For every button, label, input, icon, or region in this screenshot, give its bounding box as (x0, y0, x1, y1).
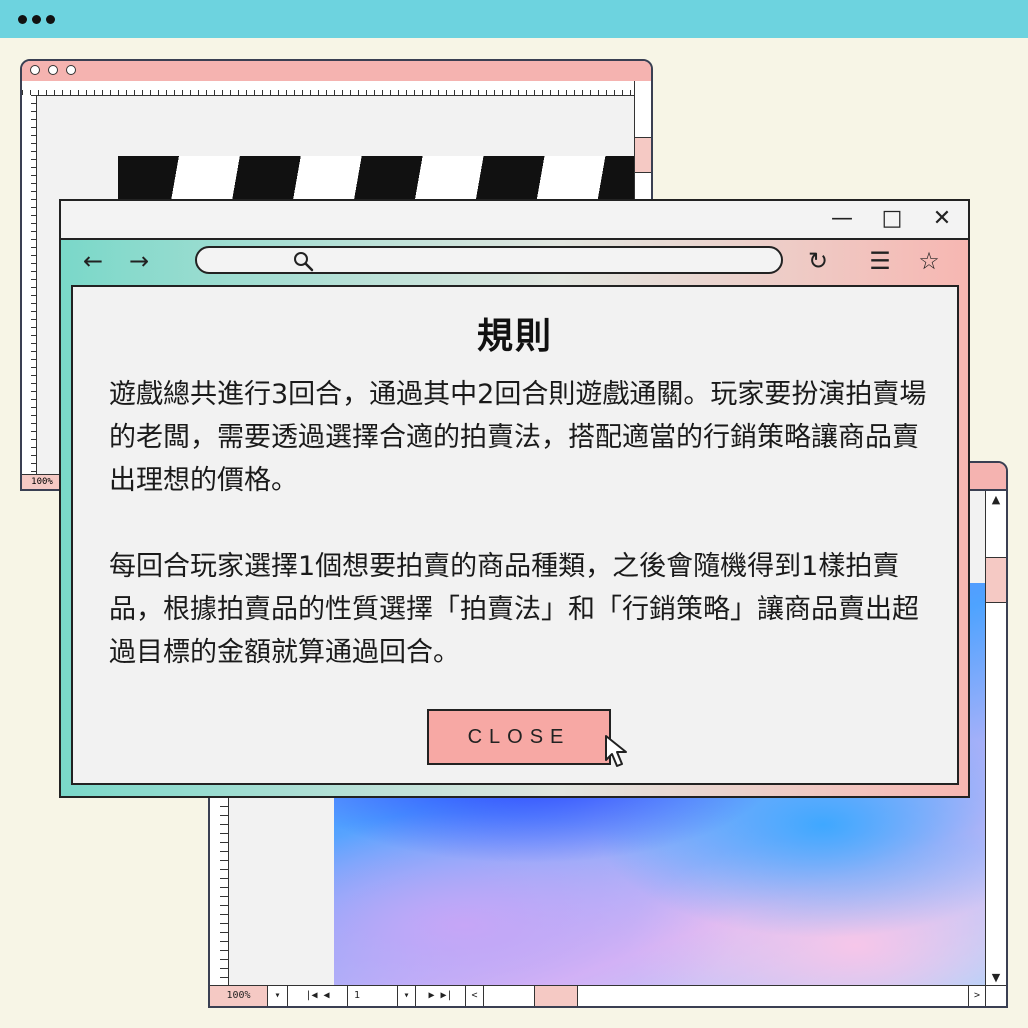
search-icon (294, 252, 314, 272)
horizontal-scroll-thumb[interactable] (534, 986, 578, 1006)
more-dots-icon[interactable] (18, 15, 27, 24)
window-control-icon[interactable] (48, 65, 58, 75)
zoom-level[interactable]: 100% (210, 986, 268, 1006)
top-bar (0, 0, 1028, 38)
more-dots-icon (46, 15, 55, 24)
star-icon[interactable]: ☆ (913, 246, 945, 276)
page-dropdown-icon[interactable]: ▾ (398, 986, 416, 1006)
window-control-icon[interactable] (66, 65, 76, 75)
window-titlebar: — □ ✕ (61, 201, 968, 240)
rules-paragraph-2: 每回合玩家選擇1個想要拍賣的商品種類，之後會隨機得到1樣拍賣品，根據拍賣品的性質… (109, 551, 919, 668)
forward-arrow-icon[interactable]: → (123, 246, 155, 276)
close-button[interactable]: CLOSE (427, 709, 611, 765)
scroll-left-icon[interactable]: < (466, 986, 484, 1006)
menu-icon[interactable]: ☰ (865, 246, 895, 276)
reload-icon[interactable]: ↻ (803, 246, 833, 276)
navigation-bar: ← → ↻ ☰ ☆ (61, 238, 968, 284)
scroll-down-icon[interactable]: ▼ (986, 971, 1006, 984)
zoom-dropdown-icon[interactable]: ▾ (268, 986, 288, 1006)
address-bar[interactable] (195, 246, 783, 274)
scroll-right-icon[interactable]: > (968, 986, 986, 1006)
zoom-level: 100% (22, 474, 63, 489)
vertical-scrollbar[interactable]: ▲ ▼ (985, 491, 1006, 986)
scrollbar-thumb[interactable] (986, 557, 1006, 603)
pointer-hand-icon (605, 735, 627, 767)
scroll-up-icon[interactable]: ▲ (986, 493, 1006, 506)
page-nav-first-prev-icon[interactable]: |◀ ◀ (288, 986, 348, 1006)
bottom-toolbar: 100% ▾ |◀ ◀ 1 ▾ ▶ ▶| < > (210, 985, 1006, 1006)
rules-browser-window: — □ ✕ ← → ↻ ☰ ☆ 規則 遊戲總共進行3回合，通過其中2回合則遊戲通… (59, 199, 970, 798)
page-number[interactable]: 1 (348, 986, 398, 1006)
horizontal-ruler (22, 81, 651, 96)
minimize-icon[interactable]: — (828, 205, 856, 233)
page-nav-next-last-icon[interactable]: ▶ ▶| (416, 986, 466, 1006)
window-titlebar (22, 61, 651, 83)
vertical-ruler (22, 95, 37, 489)
dialog-title: 規則 (476, 316, 553, 357)
maximize-icon[interactable]: □ (878, 205, 906, 233)
dialog-content: 規則 遊戲總共進行3回合，通過其中2回合則遊戲通關。玩家要扮演拍賣場的老闆，需要… (71, 285, 959, 785)
rules-paragraph-1: 遊戲總共進行3回合，通過其中2回合則遊戲通關。玩家要扮演拍賣場的老闆，需要透過選… (109, 379, 927, 496)
scrollbar-thumb[interactable] (635, 137, 651, 173)
window-control-icon[interactable] (30, 65, 40, 75)
more-dots-icon (32, 15, 41, 24)
close-icon[interactable]: ✕ (928, 205, 956, 233)
back-arrow-icon[interactable]: ← (77, 246, 109, 276)
